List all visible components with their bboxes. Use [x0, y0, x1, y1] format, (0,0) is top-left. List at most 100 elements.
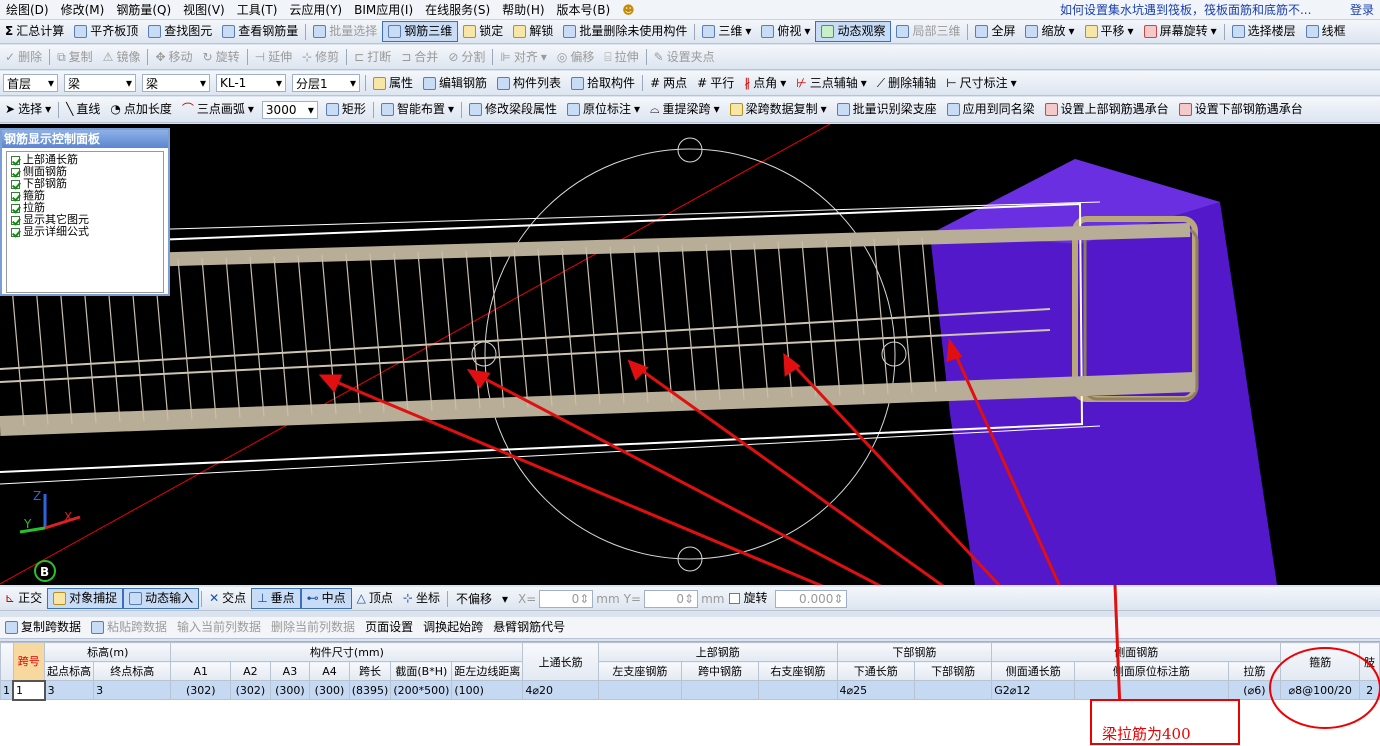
edit-rebar-button[interactable]: 编辑钢筋 — [418, 73, 492, 94]
menu-rebar-qty[interactable]: 钢筋量(Q) — [110, 0, 177, 19]
cell-bottom-local[interactable] — [913, 680, 993, 700]
split-button[interactable]: ⊘ 分割 — [443, 47, 490, 68]
intersection-snap-button[interactable]: ✕ 交点 — [204, 588, 251, 609]
align-dropdown[interactable]: ⊫ 对齐 ▾ — [495, 47, 552, 68]
type-select[interactable]: 梁 ▾ — [64, 74, 136, 92]
view-rebar-qty-button[interactable]: 查看钢筋量 — [217, 21, 303, 42]
unlock-button[interactable]: 解锁 — [508, 21, 558, 42]
trim-button[interactable]: ⊹ 修剪 — [297, 47, 344, 68]
cell-a3[interactable]: (300) — [269, 680, 311, 700]
dimension-dropdown[interactable]: ⊢ 尺寸标注 ▾ — [941, 73, 1022, 94]
two-point-button[interactable]: # 两点 — [645, 73, 692, 94]
pan-dropdown[interactable]: 平移 ▾ — [1080, 21, 1139, 42]
cell-mid-span[interactable] — [680, 680, 760, 700]
floor-select[interactable]: 首层 ▾ — [3, 74, 58, 92]
cell-a4[interactable]: (300) — [309, 680, 350, 700]
copy-span-data-button[interactable]: 复制跨数据 — [0, 617, 86, 638]
y-input[interactable]: 0 ⇕ — [644, 589, 699, 608]
local-3d-button[interactable]: 局部三维 — [891, 21, 965, 42]
batch-identify-support-button[interactable]: 批量识别梁支座 — [832, 99, 942, 120]
dynamic-orbit-button[interactable]: 动态观察 — [815, 21, 892, 42]
stretch-button[interactable]: ⌸ 拉伸 — [599, 47, 643, 68]
point-angle-dropdown[interactable]: ∦ 点角 ▾ — [739, 73, 791, 94]
arc-radius-select[interactable]: 3000 ▾ — [261, 100, 318, 119]
menu-modify[interactable]: 修改(M) — [55, 0, 111, 19]
swap-start-span-button[interactable]: 调换起始跨 — [418, 617, 488, 638]
cell-bottom-through[interactable]: 4⌀25 — [836, 680, 915, 700]
move-button[interactable]: ✥ 移动 — [150, 47, 197, 68]
3d-viewport[interactable]: Z X Y B — [0, 124, 1380, 585]
extend-button[interactable]: ⊣ 延伸 — [250, 47, 297, 68]
menu-help[interactable]: 帮助(H) — [496, 0, 550, 19]
cell-span-length[interactable]: (8395) — [348, 680, 392, 700]
select-dropdown[interactable]: ➤ 选择 ▾ — [0, 99, 56, 120]
menu-tools[interactable]: 工具(T) — [231, 0, 284, 19]
cell-right-support[interactable] — [758, 680, 838, 700]
offset-select[interactable]: 不偏移 ▾ — [453, 590, 511, 608]
cell-start-elev[interactable]: 3 — [44, 680, 95, 700]
three-point-axis-dropdown[interactable]: ⊬ 三点辅轴 ▾ — [791, 73, 872, 94]
cell-end-elev[interactable]: 3 — [93, 680, 172, 700]
set-grip-button[interactable]: ✎ 设置夹点 — [649, 47, 720, 68]
rectangle-button[interactable]: 矩形 — [321, 99, 371, 120]
merge-button[interactable]: ⊐ 合并 — [396, 47, 443, 68]
screen-rotate-dropdown[interactable]: 屏幕旋转 ▾ — [1139, 21, 1222, 42]
vertex-snap-button[interactable]: △ 顶点 — [352, 588, 398, 609]
component-select[interactable]: KL-1 ▾ — [216, 74, 286, 92]
x-input[interactable]: 0 ⇕ — [539, 589, 594, 608]
rotate-button[interactable]: ↻ 旋转 — [198, 47, 245, 68]
apply-same-beam-button[interactable]: 应用到同名梁 — [942, 99, 1040, 120]
three-point-arc-dropdown[interactable]: ⌒ 三点画弧 ▾ — [177, 99, 259, 120]
copy-button[interactable]: ⧉ 复制 — [52, 47, 98, 68]
cell-span[interactable]: 1 — [12, 679, 46, 701]
point-length-button[interactable]: ◔ 点加长度 — [105, 99, 177, 120]
cell-legs[interactable]: 2 — [1359, 680, 1380, 700]
cell-left-dist[interactable]: (100) — [451, 680, 524, 700]
zoom-dropdown[interactable]: 缩放 ▾ — [1020, 21, 1079, 42]
page-setup-button[interactable]: 页面设置 — [360, 617, 418, 638]
select-floor-button[interactable]: 选择楼层 — [1227, 21, 1301, 42]
login-link[interactable]: 登录 — [1344, 0, 1380, 19]
summary-button[interactable]: Σ 汇总计算 — [0, 21, 69, 42]
rotate-checkbox[interactable]: 旋转 — [724, 588, 772, 609]
menu-view[interactable]: 视图(V) — [177, 0, 231, 19]
find-element-button[interactable]: 查找图元 — [143, 21, 217, 42]
menu-version[interactable]: 版本号(B) — [551, 0, 617, 19]
parallel-button[interactable]: # 平行 — [692, 73, 739, 94]
cell-side-local[interactable] — [1074, 680, 1229, 700]
option-detail-formula[interactable]: 显示详细公式 — [11, 226, 159, 238]
delete-axis-button[interactable]: ⟋ 删除辅轴 — [872, 73, 941, 94]
lock-button[interactable]: 锁定 — [458, 21, 508, 42]
paste-span-data-button[interactable]: 粘贴跨数据 — [86, 617, 172, 638]
perpendicular-snap-button[interactable]: ⊥ 垂点 — [251, 588, 301, 609]
rotate-angle-input[interactable]: 0.000 ⇕ — [775, 589, 848, 608]
properties-button[interactable]: 属性 — [368, 73, 418, 94]
dynamic-input-button[interactable]: 动态输入 — [123, 588, 200, 609]
set-top-rebar-cap-button[interactable]: 设置上部钢筋遇承台 — [1040, 99, 1174, 120]
cell-left-support[interactable] — [597, 680, 682, 700]
fullscreen-button[interactable]: 全屏 — [970, 21, 1020, 42]
menu-online[interactable]: 在线服务(S) — [419, 0, 496, 19]
batch-select-button[interactable]: 批量选择 — [308, 21, 382, 42]
cell-tie[interactable]: (⌀6) — [1227, 680, 1282, 700]
subtype-select[interactable]: 梁 ▾ — [142, 74, 210, 92]
span-header[interactable]: 跨号 — [12, 642, 46, 681]
view-3d-dropdown[interactable]: 三维 ▾ — [697, 21, 756, 42]
delete-column-data-button[interactable]: 删除当前列数据 — [266, 617, 360, 638]
rebar-3d-button[interactable]: 钢筋三维 — [382, 21, 459, 42]
batch-delete-unused-button[interactable]: 批量删除未使用构件 — [558, 21, 692, 42]
input-column-data-button[interactable]: 输入当前列数据 — [172, 617, 266, 638]
component-list-button[interactable]: 构件列表 — [492, 73, 566, 94]
delete-button[interactable]: ✓ 删除 — [0, 47, 47, 68]
smart-layout-dropdown[interactable]: 智能布置 ▾ — [376, 99, 459, 120]
flush-slab-button[interactable]: 平齐板顶 — [69, 21, 143, 42]
menu-bim[interactable]: BIM应用(I) — [348, 0, 419, 19]
set-bottom-rebar-cap-button[interactable]: 设置下部钢筋遇承台 — [1174, 99, 1308, 120]
offset-button[interactable]: ◎ 偏移 — [552, 47, 600, 68]
cantilever-code-button[interactable]: 悬臂钢筋代号 — [488, 617, 570, 638]
ortho-button[interactable]: ⊾ 正交 — [0, 588, 47, 609]
midpoint-snap-button[interactable]: ⊷ 中点 — [300, 588, 352, 609]
object-snap-button[interactable]: 对象捕捉 — [47, 588, 124, 609]
menu-draw[interactable]: 绘图(D) — [0, 0, 55, 19]
mirror-button[interactable]: ⚠ 镜像 — [98, 47, 146, 68]
